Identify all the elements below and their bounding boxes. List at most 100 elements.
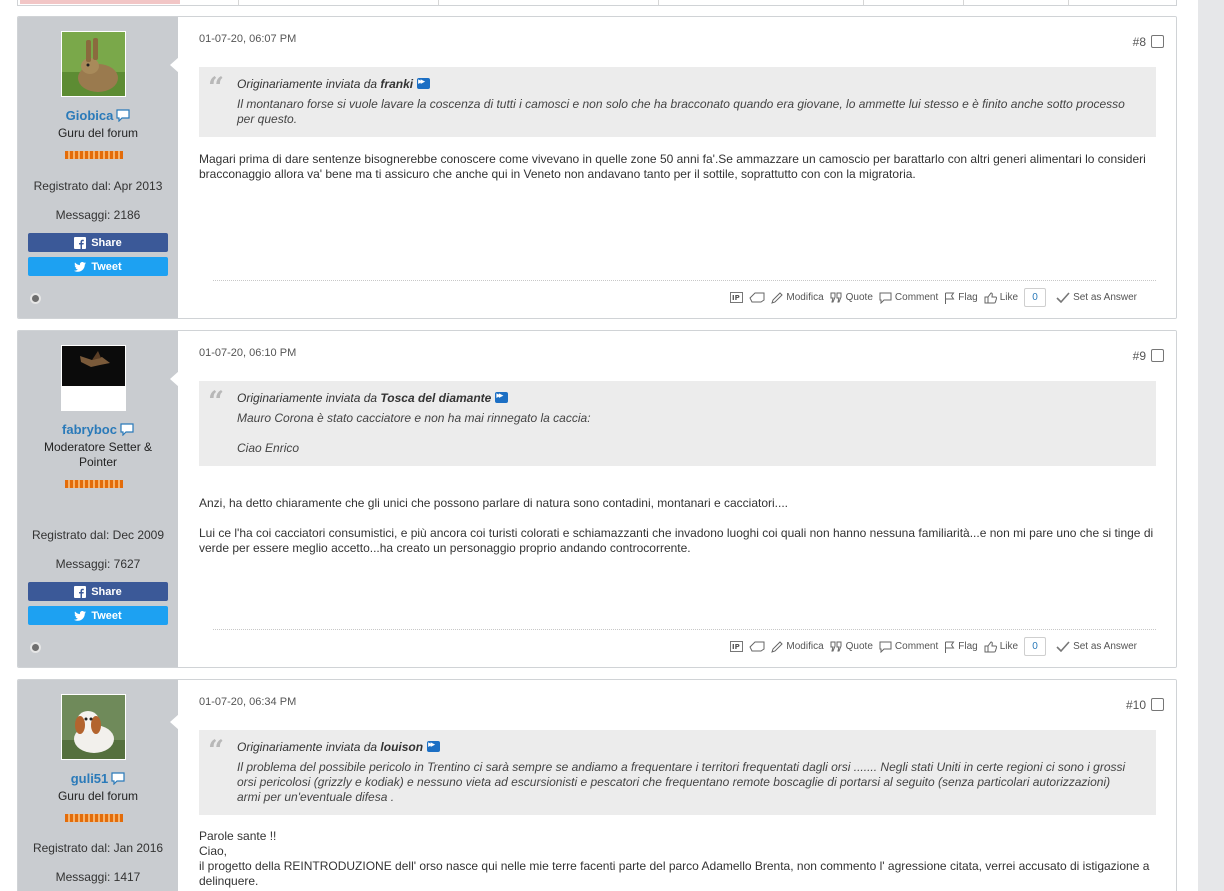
report-button[interactable] [749, 292, 765, 303]
like-count: 0 [1024, 637, 1047, 656]
user-title: Guru del forum [57, 126, 139, 140]
quote-author: franki [380, 77, 414, 91]
set-answer-label: Set as Answer [1073, 641, 1137, 652]
divider [238, 0, 239, 5]
private-message-icon[interactable] [111, 772, 125, 785]
tweet-button[interactable]: Tweet [28, 606, 168, 625]
pencil-icon [771, 291, 784, 304]
private-message-icon[interactable] [116, 109, 130, 122]
divider [658, 0, 659, 5]
select-post-checkbox[interactable] [1151, 35, 1164, 48]
flag-button[interactable]: Flag [944, 292, 978, 304]
twitter-icon [74, 610, 87, 621]
facebook-share-button[interactable]: Share [28, 233, 168, 252]
comment-button[interactable]: Comment [879, 641, 938, 653]
flag-icon [944, 292, 955, 304]
post-text: Parole sante !! [199, 829, 277, 843]
previous-post-highlight [20, 0, 180, 4]
post-number-link[interactable]: #9 [1133, 349, 1146, 363]
select-post-checkbox[interactable] [1151, 698, 1164, 711]
like-button[interactable]: Like [984, 640, 1019, 653]
quote-label: Quote [845, 292, 873, 303]
quote-mark-icon: “ [208, 385, 225, 418]
go-to-post-icon[interactable] [427, 739, 441, 752]
quote-label: Quote [845, 641, 873, 652]
avatar[interactable] [61, 31, 126, 97]
user-info-panel: guli51 Guru del forum Registrato dal: Ja… [18, 680, 178, 891]
post-9: fabryboc Moderatore Setter & Pointer Reg… [17, 330, 1177, 668]
like-button[interactable]: Like [984, 291, 1019, 304]
comment-icon [879, 292, 892, 304]
user-info-panel: fabryboc Moderatore Setter & Pointer Reg… [18, 331, 178, 667]
message-count: Messaggi: 7627 [55, 557, 141, 571]
quote-icon [830, 641, 843, 652]
ip-button[interactable]: IP [730, 292, 744, 303]
share-label: Share [91, 585, 122, 598]
comment-label: Comment [894, 641, 939, 652]
comment-label: Comment [894, 292, 939, 303]
username[interactable]: Giobica [66, 108, 114, 123]
edit-label: Modifica [786, 641, 824, 652]
thumbs-up-icon [984, 640, 997, 653]
post-number-link[interactable]: #8 [1133, 35, 1146, 49]
quote-text: Mauro Corona è stato cacciatore e non ha… [237, 411, 591, 425]
quote-button[interactable]: Quote [830, 641, 873, 652]
join-date: Registrato dal: Jan 2016 [32, 841, 164, 855]
reputation-bar [65, 814, 123, 822]
post-text: Ciao, [199, 844, 228, 858]
edit-button[interactable]: Modifica [771, 291, 824, 304]
tweet-button[interactable]: Tweet [28, 257, 168, 276]
tweet-label: Tweet [91, 609, 122, 622]
eraser-icon [749, 292, 765, 303]
quote-header: Originariamente inviata da franki [237, 76, 431, 91]
flag-icon [944, 641, 955, 653]
comment-button[interactable]: Comment [879, 292, 938, 304]
user-title: Moderatore Setter & Pointer [43, 440, 153, 469]
post-10: guli51 Guru del forum Registrato dal: Ja… [17, 679, 1177, 891]
reputation-bar [65, 151, 123, 159]
ip-button[interactable]: IP [730, 641, 744, 652]
avatar[interactable] [61, 345, 126, 411]
post-actions: IP Modifica Quote Comment Flag Like 0 Se… [730, 637, 1137, 656]
set-answer-label: Set as Answer [1073, 292, 1137, 303]
comment-icon [879, 641, 892, 653]
message-count: Messaggi: 2186 [55, 208, 141, 222]
previous-post-footer [17, 0, 1177, 6]
go-to-post-icon[interactable] [495, 390, 509, 403]
quote-header: Originariamente inviata da Tosca del dia… [237, 390, 509, 405]
post-text: Anzi, ha detto chiaramente che gli unici… [199, 496, 789, 510]
scrollbar-track[interactable] [1198, 0, 1224, 891]
quote-block: “ Originariamente inviata da franki Il m… [199, 67, 1156, 137]
divider [213, 629, 1156, 630]
quote-text: Il problema del possibile pericolo in Tr… [237, 760, 1126, 804]
avatar[interactable] [61, 694, 126, 760]
join-date: Registrato dal: Apr 2013 [33, 179, 163, 193]
report-button[interactable] [749, 641, 765, 652]
select-post-checkbox[interactable] [1151, 349, 1164, 362]
quote-prefix: Originariamente inviata da [237, 391, 378, 405]
edit-button[interactable]: Modifica [771, 640, 824, 653]
divider [963, 0, 964, 5]
set-as-answer-button[interactable]: Set as Answer [1056, 292, 1137, 303]
like-label: Like [999, 641, 1019, 652]
quote-author: louison [380, 740, 424, 754]
facebook-share-button[interactable]: Share [28, 582, 168, 601]
message-count: Messaggi: 1417 [55, 870, 141, 884]
post-number-link[interactable]: #10 [1126, 698, 1146, 712]
private-message-icon[interactable] [120, 423, 134, 436]
username[interactable]: guli51 [71, 771, 109, 786]
quote-prefix: Originariamente inviata da [237, 77, 378, 91]
post-actions: IP Modifica Quote Comment Flag Like 0 Se… [730, 288, 1137, 307]
divider [863, 0, 864, 5]
quote-mark-icon: “ [208, 734, 225, 767]
set-as-answer-button[interactable]: Set as Answer [1056, 641, 1137, 652]
flag-label: Flag [958, 641, 978, 652]
offline-status-icon [30, 293, 41, 304]
like-label: Like [999, 292, 1019, 303]
thumbs-up-icon [984, 291, 997, 304]
username[interactable]: fabryboc [62, 422, 117, 437]
quote-button[interactable]: Quote [830, 292, 873, 303]
flag-button[interactable]: Flag [944, 641, 978, 653]
tweet-label: Tweet [91, 260, 122, 273]
go-to-post-icon[interactable] [417, 76, 431, 89]
